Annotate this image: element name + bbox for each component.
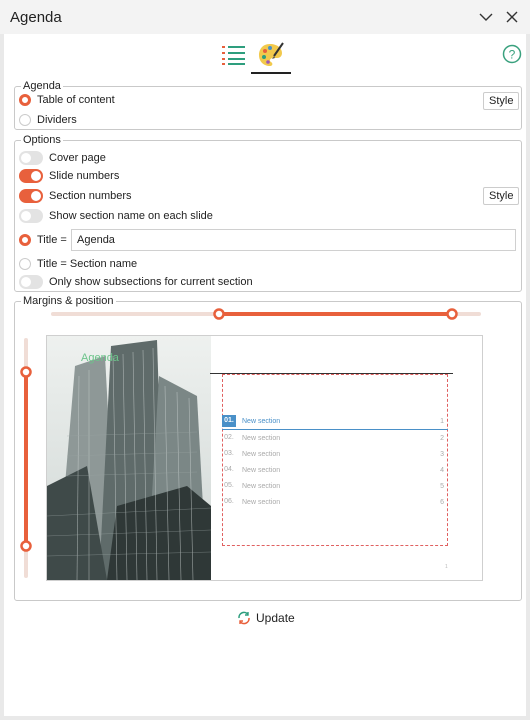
toggle-slide-numbers[interactable] [19,169,43,183]
option-title-section-name[interactable]: Title = Section name [19,255,137,273]
window-title: Agenda [10,9,62,26]
preview-toc-row: 01. New section 1 [222,413,448,430]
preview-toc-number: 06. [224,498,234,505]
radio-title-custom[interactable] [19,234,31,246]
top-margin-handle[interactable] [20,366,32,378]
option-show-section-name[interactable]: Show section name on each slide [19,207,213,225]
options-group-legend: Options [21,134,63,146]
option-title-custom[interactable]: Title = [19,231,67,249]
preview-toc-page: 4 [440,466,444,474]
label-table-of-content: Table of content [37,94,115,106]
refresh-icon [238,611,250,625]
label-show-section-name: Show section name on each slide [49,210,213,222]
close-icon[interactable] [504,9,520,25]
update-button[interactable]: Update [236,610,295,626]
preview-toc-page: 2 [440,434,444,442]
toggle-cover-page[interactable] [19,151,43,165]
preview-title: Agenda [81,352,119,364]
radio-dividers[interactable] [19,114,31,126]
preview-toc-name: New section [242,417,281,425]
preview-toc-row: 03. New section 3 [222,446,448,462]
label-title-prefix: Title = [37,234,67,246]
agenda-group: Agenda Table of content Dividers Style [14,80,522,130]
option-section-numbers[interactable]: Section numbers [19,187,132,205]
preview-toc-page: 3 [440,450,444,458]
help-icon[interactable]: ? [502,44,522,64]
building-image [47,336,211,580]
label-section-numbers: Section numbers [49,190,132,202]
preview-toc-number: 02. [224,434,234,441]
preview-toc-row: 05. New section 5 [222,478,448,494]
preview-toc-row: 06. New section 6 [222,494,448,510]
options-group: Options Cover page Slide numbers Section… [14,134,522,292]
vertical-margin-slider[interactable] [17,338,35,578]
margins-group: Margins & position Agenda 01. New sectio… [14,295,522,601]
list-icon [222,46,245,65]
right-margin-handle[interactable] [446,308,458,320]
label-slide-numbers: Slide numbers [49,170,120,182]
label-title-section-name: Title = Section name [37,258,138,270]
chevron-down-icon[interactable] [478,9,494,25]
option-only-subsections[interactable]: Only show subsections for current sectio… [19,273,253,291]
slide-preview: Agenda 01. New section 1 02. New section 2 03.… [46,335,483,581]
preview-toc-number: 04. [224,466,234,473]
preview-toc-name: New section [242,434,281,442]
preview-toc-page: 6 [440,498,444,506]
preview-toc-name: New section [242,450,281,458]
update-label: Update [256,611,295,625]
horizontal-margin-slider[interactable] [51,306,491,322]
preview-toc-number: 05. [224,482,234,489]
bottom-margin-handle[interactable] [20,540,32,552]
tab-design[interactable] [251,38,291,74]
toggle-only-subsections[interactable] [19,275,43,289]
toggle-show-section-name[interactable] [19,209,43,223]
preview-toc-row: 02. New section 2 [222,430,448,446]
preview-toc-page: 1 [440,417,444,425]
label-only-subsections: Only show subsections for current sectio… [49,276,253,288]
preview-toc-name: New section [242,498,281,506]
preview-toc-row: 04. New section 4 [222,462,448,478]
preview-toc: 01. New section 1 02. New section 2 03. New sec… [222,413,448,510]
radio-table-of-content[interactable] [19,94,31,106]
agenda-panel: ? Agenda Table of content Dividers Style… [4,34,526,716]
preview-slide-number: 1 [445,564,448,570]
option-slide-numbers[interactable]: Slide numbers [19,167,119,185]
toggle-section-numbers[interactable] [19,189,43,203]
preview-toc-name: New section [242,466,281,474]
title-bar: Agenda [0,0,530,34]
label-dividers: Dividers [37,114,77,126]
options-style-button[interactable]: Style [483,187,520,205]
panel-tabs: ? [4,34,526,78]
left-margin-handle[interactable] [213,308,225,320]
preview-toc-number: 03. [224,450,234,457]
preview-toc-number: 01. [222,415,236,427]
option-table-of-content[interactable]: Table of content [19,91,115,109]
label-cover-page: Cover page [49,152,106,164]
radio-title-section-name[interactable] [19,258,31,270]
option-dividers[interactable]: Dividers [19,111,77,129]
preview-toc-page: 5 [440,482,444,490]
palette-icon [259,42,284,66]
title-input[interactable]: Agenda [71,229,516,251]
tab-agenda-list[interactable] [214,38,254,72]
option-cover-page[interactable]: Cover page [19,149,106,167]
agenda-style-button[interactable]: Style [483,92,520,110]
preview-toc-name: New section [242,482,281,490]
svg-text:?: ? [509,48,516,62]
